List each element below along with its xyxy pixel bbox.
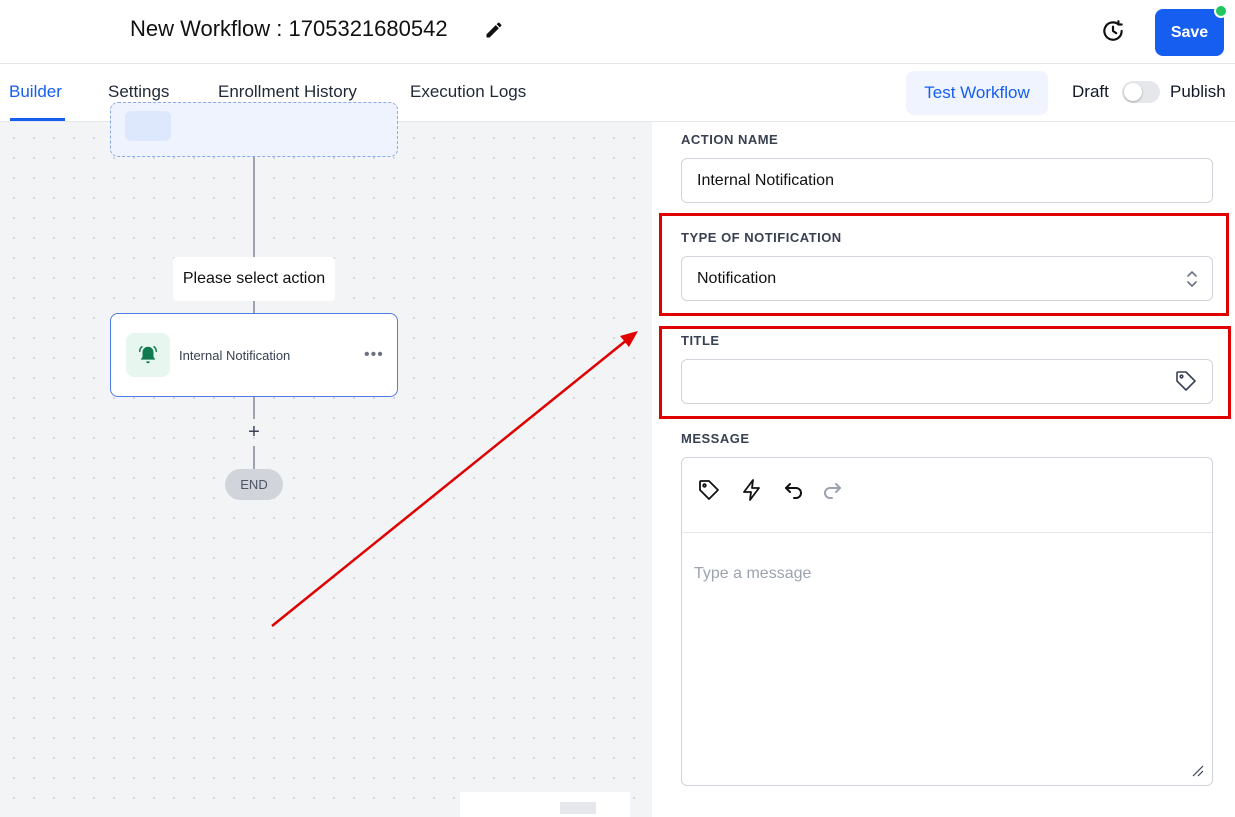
action-node-internal-notification[interactable]: Internal Notification ••• [110, 313, 398, 397]
trigger-node[interactable] [110, 102, 398, 157]
pencil-edit-icon[interactable] [484, 20, 504, 40]
action-name-input[interactable]: Internal Notification [681, 158, 1213, 203]
resize-handle-icon[interactable] [1192, 765, 1204, 777]
trigger-icon [125, 111, 171, 141]
publish-label: Publish [1170, 82, 1226, 101]
annotation-highlight-title [659, 326, 1231, 419]
action-name-value: Internal Notification [697, 171, 834, 189]
active-tab-indicator [10, 118, 65, 121]
more-options-icon[interactable]: ••• [364, 346, 384, 364]
message-placeholder: Type a message [694, 565, 812, 582]
message-toolbar [682, 458, 1212, 533]
tab-execution-logs[interactable]: Execution Logs [410, 82, 526, 102]
select-action-label[interactable]: Please select action [173, 257, 335, 301]
version-history-icon[interactable] [1100, 18, 1126, 44]
add-step-button[interactable]: + [244, 421, 264, 444]
canvas-minimap[interactable] [460, 792, 630, 817]
test-workflow-button[interactable]: Test Workflow [906, 71, 1048, 115]
workflow-canvas[interactable]: Please select action Internal Notificati… [0, 102, 652, 817]
unsaved-status-dot [1214, 4, 1228, 18]
tab-settings[interactable]: Settings [108, 82, 169, 102]
save-button[interactable]: Save [1155, 9, 1224, 56]
minimap-viewport [560, 802, 596, 814]
connector-line [253, 397, 255, 419]
tab-builder[interactable]: Builder [9, 82, 62, 102]
message-label: MESSAGE [681, 431, 750, 446]
action-name-label: ACTION NAME [681, 132, 779, 147]
redo-icon[interactable] [820, 478, 844, 502]
annotation-highlight-notification-type [659, 213, 1229, 316]
message-editor[interactable]: Type a message [681, 457, 1213, 786]
end-node: END [225, 469, 283, 500]
publish-toggle[interactable] [1122, 81, 1160, 103]
lightning-icon[interactable] [740, 478, 764, 502]
toggle-knob [1124, 83, 1142, 101]
connector-line [253, 157, 255, 257]
draft-label: Draft [1072, 82, 1109, 101]
connector-line [253, 301, 255, 313]
action-node-label: Internal Notification [179, 348, 291, 363]
undo-icon[interactable] [782, 478, 806, 502]
connector-line [253, 446, 255, 469]
workflow-title[interactable]: New Workflow : 1705321680542 [130, 16, 448, 42]
app-header: New Workflow : 1705321680542 Save [0, 0, 1235, 64]
tab-enrollment-history[interactable]: Enrollment History [218, 82, 357, 102]
tag-icon[interactable] [697, 478, 721, 502]
bell-icon [126, 333, 170, 377]
